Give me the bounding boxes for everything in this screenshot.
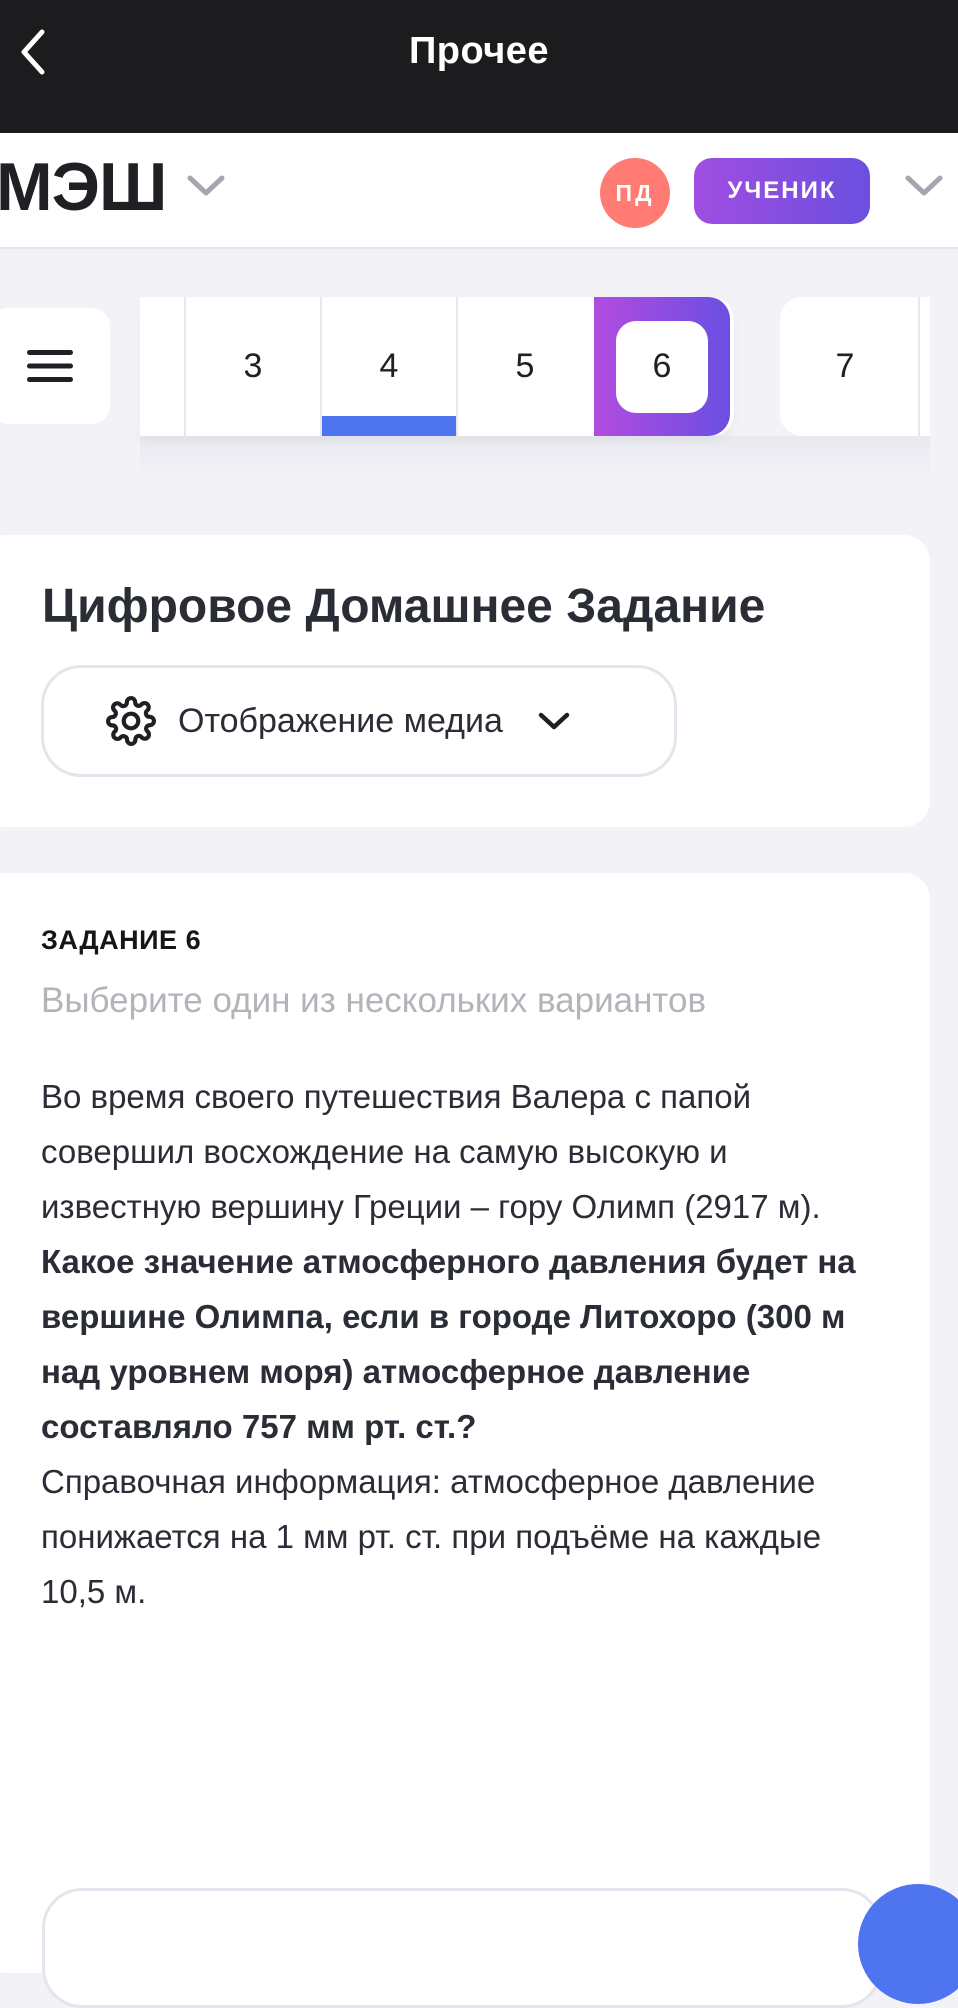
task-number-label: 7 [835,347,855,385]
chevron-down-icon [905,175,943,196]
media-display-dropdown[interactable]: Отображение медиа [41,665,677,777]
task-number-3[interactable]: 3 [184,297,320,436]
homework-header-card: Цифровое Домашнее Задание Отображение ме… [0,535,930,827]
task-label: ЗАДАНИЕ 6 [41,925,202,955]
task-number-4[interactable]: 4 [320,297,456,436]
task-body: Во время своего путешествия Валера с пап… [41,1069,881,1619]
chevron-down-icon [537,710,571,732]
task-hint: Выберите один из нескольких вариантов [41,981,707,1020]
answer-option[interactable] [42,1888,882,2008]
profile-menu-toggle[interactable] [904,173,944,204]
task-question: Какое значение атмосферного давления буд… [41,1243,856,1445]
completed-indicator [322,416,456,436]
screen-title: Прочее [408,30,550,72]
mesh-logo[interactable]: МЭШ [0,153,167,221]
task-number-2[interactable] [140,297,184,436]
task-reference: Справочная информация: атмосферное давле… [41,1463,822,1610]
task-number-label: 4 [379,347,399,385]
active-task-box: 6 [616,320,708,413]
task-number-strip: 3 4 5 6 [140,297,734,436]
hamburger-icon [27,350,73,382]
task-number-label: 5 [515,347,535,385]
task-number-5[interactable]: 5 [456,297,592,436]
strip-shadow [140,436,930,482]
page-title: Цифровое Домашнее Задание [42,580,766,633]
gear-icon [106,696,156,746]
chevron-down-icon [187,175,225,196]
task-number-7[interactable]: 7 [780,297,930,436]
menu-button[interactable] [0,308,110,424]
media-display-label: Отображение медиа [178,701,503,740]
task-number-label: 6 [652,347,672,385]
task-card: ЗАДАНИЕ 6 Выберите один из нескольких ва… [0,873,930,1973]
avatar[interactable]: ПД [600,158,670,228]
top-bar: Прочее [0,0,958,133]
task-number-6-active[interactable]: 6 [594,297,730,436]
task-intro: Во время своего путешествия Валера с пап… [41,1078,821,1225]
role-badge[interactable]: УЧЕНИК [694,158,870,224]
logo-menu-toggle[interactable] [186,173,226,204]
app-header: МЭШ ПД УЧЕНИК [0,133,958,249]
task-number-label: 3 [243,347,263,385]
